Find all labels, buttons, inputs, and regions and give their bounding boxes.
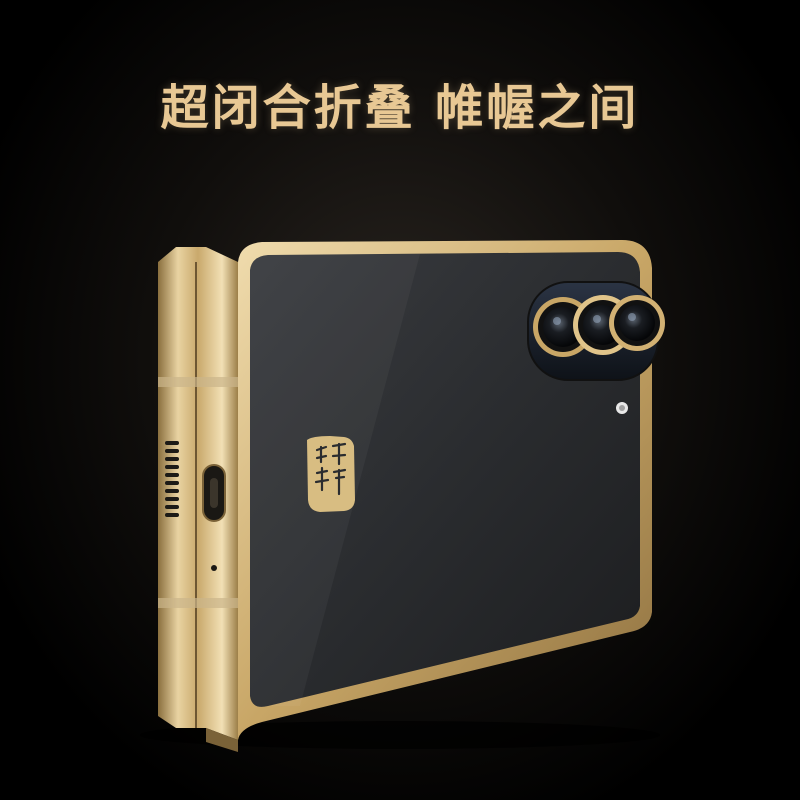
triple-camera-module <box>527 281 665 381</box>
camera-lens <box>609 295 665 351</box>
seal-logo <box>307 436 355 512</box>
microphone-hole <box>211 565 217 571</box>
phone-illustration <box>140 240 665 752</box>
product-image: 超闭合折叠 帷幄之间 <box>0 0 800 800</box>
